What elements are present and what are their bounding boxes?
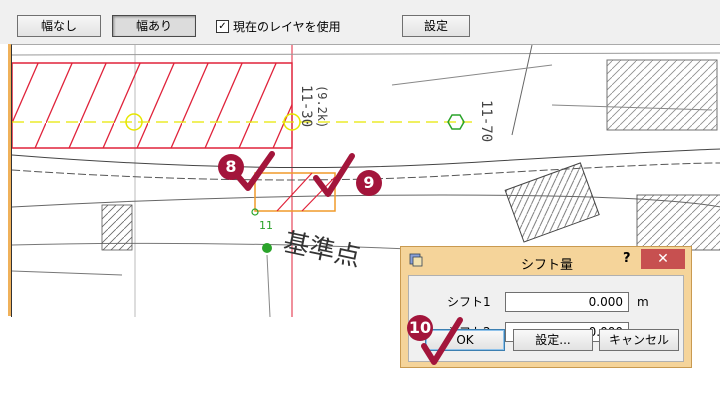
annotation-sub: (9.2k) <box>315 85 329 128</box>
settings-button[interactable]: 設定 <box>402 15 470 37</box>
dialog-titlebar[interactable]: シフト量 ? ✕ <box>401 247 691 275</box>
no-width-button[interactable]: 幅なし <box>17 15 101 37</box>
check-mark-icon <box>421 317 463 365</box>
use-layer-checkbox[interactable]: ✓ <box>216 19 229 33</box>
step-badge-9: 9 <box>356 170 382 196</box>
annotation-top: 11-30 <box>298 85 314 127</box>
use-layer-option[interactable]: ✓ 現在のレイヤを使用 <box>216 18 341 34</box>
toolbar: 幅なし 幅あり ✓ 現在のレイヤを使用 設定 <box>0 0 720 44</box>
annotation-right: 11-70 <box>478 100 494 142</box>
hatched-area <box>12 62 293 149</box>
close-button[interactable]: ✕ <box>641 249 685 269</box>
cancel-button[interactable]: キャンセル <box>599 329 679 351</box>
benchmark-point[interactable] <box>262 243 272 253</box>
help-icon[interactable]: ? <box>623 251 631 266</box>
shift1-label: シフト1 <box>447 295 491 309</box>
point-label: 11 <box>259 219 273 232</box>
with-width-button[interactable]: 幅あり <box>112 15 196 37</box>
shift1-unit: m <box>637 295 649 309</box>
benchmark-text: 基準点 <box>281 228 364 274</box>
dialog-settings-button[interactable]: 設定... <box>513 329 593 351</box>
app-icon <box>409 253 423 267</box>
check-mark-icon <box>313 153 355 197</box>
check-mark-icon <box>233 151 275 191</box>
use-layer-label: 現在のレイヤを使用 <box>233 19 341 34</box>
dialog-title: シフト量 <box>521 258 574 273</box>
shift1-input[interactable]: 0.000 <box>505 292 629 312</box>
